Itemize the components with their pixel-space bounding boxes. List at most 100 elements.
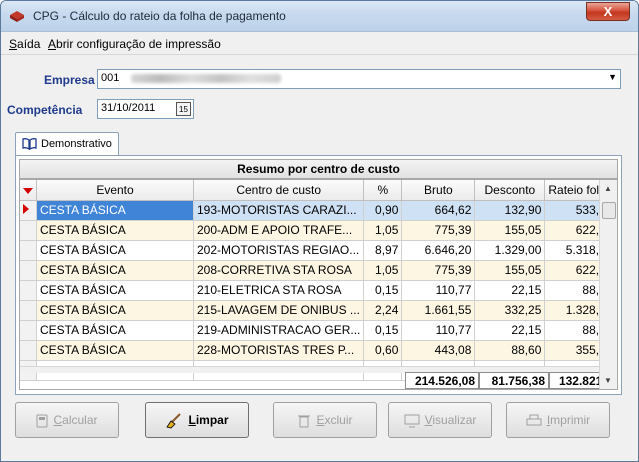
close-button[interactable]: X: [586, 2, 630, 21]
cell-percentual[interactable]: 1,05: [363, 260, 403, 281]
calendar-icon[interactable]: 15: [176, 102, 191, 116]
menu-saida[interactable]: Saída: [9, 37, 40, 51]
empresa-label: Empresa: [44, 73, 95, 87]
cell-desconto[interactable]: 88,60: [474, 340, 546, 361]
scroll-down-icon[interactable]: ▼: [604, 376, 612, 385]
menu-bar: Saída Abrir configuração de impressão: [1, 33, 638, 55]
grid-caption: Resumo por centro de custo: [19, 159, 618, 179]
cell-centro-de-custo[interactable]: 193-MOTORISTAS CARAZI...: [193, 200, 365, 221]
cell-percentual[interactable]: 0,15: [363, 320, 403, 341]
title-bar[interactable]: CPG - Cálculo do rateio da folha de paga…: [1, 1, 638, 32]
total-bruto: 214.526,08: [405, 372, 479, 389]
row-indicator[interactable]: [20, 200, 37, 221]
row-indicator-header: [20, 180, 37, 201]
column-header-evento[interactable]: Evento: [36, 180, 194, 201]
cell-bruto[interactable]: 6.646,20: [401, 240, 476, 261]
cell-centro-de-custo[interactable]: 210-ELETRICA STA ROSA: [193, 280, 365, 301]
cell-evento[interactable]: CESTA BÁSICA: [36, 280, 194, 301]
chevron-down-icon[interactable]: ▼: [608, 72, 617, 82]
competencia-value: 31/10/2011: [101, 102, 156, 114]
column-header-centro-de-custo[interactable]: Centro de custo: [193, 180, 365, 201]
column-header-percentual[interactable]: %: [363, 180, 403, 201]
cell-percentual[interactable]: 0,60: [363, 340, 403, 361]
scrollbar-thumb[interactable]: [602, 202, 616, 219]
cell-centro-de-custo[interactable]: 200-ADM E APOIO TRAFE...: [193, 220, 365, 241]
printer-icon: [526, 414, 542, 426]
broom-icon: [166, 413, 182, 429]
cell-percentual[interactable]: 1,05: [363, 220, 403, 241]
cell-percentual[interactable]: 0,15: [363, 280, 403, 301]
row-indicator[interactable]: [20, 220, 37, 241]
column-header-desconto[interactable]: Desconto: [474, 180, 546, 201]
row-indicator[interactable]: [20, 280, 37, 301]
calcular-button[interactable]: Calcular: [15, 402, 119, 438]
cell-bruto[interactable]: 1.661,55: [401, 300, 476, 321]
calculator-icon: [36, 414, 48, 428]
cell-bruto[interactable]: 110,77: [401, 320, 476, 341]
book-icon: [22, 138, 37, 150]
empresa-name-redacted: [131, 73, 282, 83]
cell-bruto[interactable]: 443,08: [401, 340, 476, 361]
table-row[interactable]: CESTA BÁSICA 228-MOTORISTAS TRES P... 0,60…: [20, 340, 617, 361]
cell-centro-de-custo[interactable]: 202-MOTORISTAS REGIAO...: [193, 240, 365, 261]
table-row[interactable]: CESTA BÁSICA 208-CORRETIVA STA ROSA 1,05 77…: [20, 260, 617, 281]
cell-bruto[interactable]: 775,39: [401, 260, 476, 281]
demonstrativo-panel: Resumo por centro de custo Evento Centro…: [15, 155, 622, 395]
table-row[interactable]: CESTA BÁSICA 202-MOTORISTAS REGIAO... 8,97…: [20, 240, 617, 261]
row-indicator[interactable]: [20, 260, 37, 281]
cell-desconto[interactable]: 1.329,00: [474, 240, 546, 261]
cell-desconto[interactable]: 332,25: [474, 300, 546, 321]
cell-evento[interactable]: CESTA BÁSICA: [36, 240, 194, 261]
cell-percentual[interactable]: 0,90: [363, 200, 403, 221]
cell-centro-de-custo[interactable]: 208-CORRETIVA STA ROSA: [193, 260, 365, 281]
table-row[interactable]: CESTA BÁSICA 215-LAVAGEM DE ONIBUS ... 2,2…: [20, 300, 617, 321]
competencia-date-field[interactable]: 31/10/2011 15: [97, 99, 194, 119]
cell-centro-de-custo[interactable]: 219-ADMINISTRACAO GER...: [193, 320, 365, 341]
cell-bruto[interactable]: 110,77: [401, 280, 476, 301]
visualizar-button[interactable]: Visualizar: [388, 402, 492, 438]
cell-evento[interactable]: CESTA BÁSICA: [36, 340, 194, 361]
table-row[interactable]: CESTA BÁSICA 219-ADMINISTRACAO GER... 0,15…: [20, 320, 617, 341]
totals-row: 214.526,08 81.756,38 132.821,55: [20, 372, 617, 389]
cell-bruto[interactable]: 775,39: [401, 220, 476, 241]
cell-desconto[interactable]: 155,05: [474, 260, 546, 281]
app-window: CPG - Cálculo do rateio da folha de paga…: [0, 0, 639, 462]
row-indicator[interactable]: [20, 340, 37, 361]
cell-desconto[interactable]: 22,15: [474, 320, 546, 341]
cell-desconto[interactable]: 155,05: [474, 220, 546, 241]
row-indicator[interactable]: [20, 300, 37, 321]
competencia-label: Competência: [7, 103, 83, 117]
table-row[interactable]: CESTA BÁSICA 210-ELETRICA STA ROSA 0,15 110…: [20, 280, 617, 301]
row-indicator[interactable]: [20, 320, 37, 341]
app-logo-icon: [10, 11, 24, 22]
cell-evento[interactable]: CESTA BÁSICA: [36, 320, 194, 341]
cell-evento[interactable]: CESTA BÁSICA: [36, 220, 194, 241]
column-header-bruto[interactable]: Bruto: [401, 180, 476, 201]
cell-centro-de-custo[interactable]: 228-MOTORISTAS TRES P...: [193, 340, 365, 361]
empresa-value: 001: [101, 72, 120, 84]
cell-percentual[interactable]: 8,97: [363, 240, 403, 261]
scroll-up-icon[interactable]: ▲: [604, 184, 612, 193]
cell-desconto[interactable]: 22,15: [474, 280, 546, 301]
cell-evento[interactable]: CESTA BÁSICA: [36, 200, 194, 221]
vertical-scrollbar[interactable]: ▲ ▼: [599, 180, 617, 389]
empresa-select[interactable]: 001 ▼: [97, 69, 621, 89]
cell-evento[interactable]: CESTA BÁSICA: [36, 300, 194, 321]
tab-label: Demonstrativo: [41, 138, 112, 150]
cell-evento[interactable]: CESTA BÁSICA: [36, 260, 194, 281]
table-row[interactable]: CESTA BÁSICA 200-ADM E APOIO TRAFE... 1,05…: [20, 220, 617, 241]
table-row[interactable]: CESTA BÁSICA 193-MOTORISTAS CARAZI... 0,90…: [20, 200, 617, 221]
window-title: CPG - Cálculo do rateio da folha de paga…: [33, 9, 286, 23]
imprimir-button[interactable]: Imprimir: [506, 402, 610, 438]
resumo-table: Evento Centro de custo % Bruto Desconto …: [20, 180, 617, 381]
row-indicator[interactable]: [20, 240, 37, 261]
cell-desconto[interactable]: 132,90: [474, 200, 546, 221]
menu-abrir-configuracao[interactable]: Abrir configuração de impressão: [48, 37, 221, 51]
resumo-grid[interactable]: Evento Centro de custo % Bruto Desconto …: [19, 179, 618, 390]
tab-demonstrativo[interactable]: Demonstrativo: [15, 132, 119, 155]
cell-centro-de-custo[interactable]: 215-LAVAGEM DE ONIBUS ...: [193, 300, 365, 321]
excluir-button[interactable]: Excluir: [273, 402, 377, 438]
cell-percentual[interactable]: 2,24: [363, 300, 403, 321]
cell-bruto[interactable]: 664,62: [401, 200, 476, 221]
limpar-button[interactable]: Limpar: [145, 402, 249, 438]
